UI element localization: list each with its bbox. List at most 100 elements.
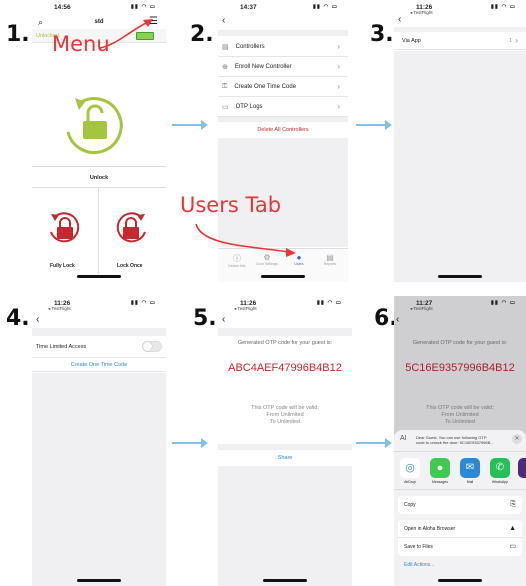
unlock-label: Unlock xyxy=(89,175,109,181)
otp-validity: This OTP code will be valid; From Unlimi… xyxy=(218,405,352,426)
app-airdrop[interactable]: ◎ AirDrop xyxy=(398,458,422,484)
validity-line: This OTP code will be valid; xyxy=(251,405,319,411)
app-mail[interactable]: ✉ Mail xyxy=(458,458,482,484)
back-chevron-icon[interactable]: ‹ xyxy=(222,15,225,26)
validity-line: This OTP code will be valid; xyxy=(426,405,494,411)
home-indicator xyxy=(261,275,305,278)
delete-all-button[interactable]: Delete All Controllers xyxy=(218,122,348,138)
create-otp-button[interactable]: Create One Time Code xyxy=(32,358,166,372)
validity-to: To Unlimited xyxy=(444,419,476,425)
flow-arrow xyxy=(356,438,392,448)
testflight-back[interactable]: ◂ TestFlight xyxy=(410,306,433,312)
signal-wifi-battery-icon: ▮▮ ◠ ▭ xyxy=(490,300,516,306)
menu-item-otp-logs[interactable]: ▭ OTP Logs › xyxy=(218,97,348,117)
aloha-icon: ▲ xyxy=(509,525,516,532)
back-chevron-icon[interactable]: ‹ xyxy=(222,314,225,325)
toggle-knob xyxy=(143,342,152,351)
clock: 14:37 xyxy=(240,4,257,11)
step-number-2: 2. xyxy=(190,22,214,47)
flow-arrow xyxy=(356,120,392,130)
close-icon[interactable]: ✕ xyxy=(512,434,522,444)
step-number-5: 5. xyxy=(193,306,217,331)
edit-actions-link[interactable]: Edit Actions... xyxy=(404,562,434,568)
time-limited-toggle[interactable] xyxy=(142,341,162,352)
time-limited-row: Time Limited Access xyxy=(32,336,166,358)
home-indicator xyxy=(263,579,307,582)
action-group: Open in Aloha Browser ▲ Save to Files ▭ xyxy=(398,520,522,556)
user-row-via-app[interactable]: Via App 1 › xyxy=(394,32,526,50)
unlock-icon[interactable] xyxy=(59,90,129,155)
app-messages[interactable]: ● Messages xyxy=(428,458,452,484)
menu-item-label: Controllers xyxy=(235,43,265,50)
content-area xyxy=(32,373,166,586)
divider xyxy=(32,187,166,188)
action-save-files[interactable]: Save to Files ▭ xyxy=(398,538,522,556)
share-button[interactable]: Share xyxy=(218,451,352,466)
flow-arrow xyxy=(172,120,208,130)
chevron-right-icon: › xyxy=(337,42,340,51)
tutorial-collage: 1. 2. 3. 4. 5. 6. 14:56 ▮▮ ◠ ▭ ⌕ std ☰ U… xyxy=(0,0,526,586)
otp-header: Generated OTP code for your guest is: xyxy=(412,340,508,346)
app-whatsapp[interactable]: ✆ WhatsApp xyxy=(488,458,512,484)
spacer xyxy=(218,328,352,336)
tab-reports[interactable]: ▤ Reports xyxy=(315,253,345,266)
row-label: Via App xyxy=(402,37,421,44)
menu-item-controllers[interactable]: ▤ Controllers › xyxy=(218,37,348,57)
status-bar: 11:27 ◂ TestFlight ▮▮ ◠ ▭ xyxy=(394,296,526,314)
message-initials: AI xyxy=(400,435,407,442)
fully-lock-label: Fully Lock xyxy=(50,263,75,269)
otp-header: Generated OTP code for your guest is: xyxy=(237,340,333,346)
clock: 14:56 xyxy=(54,4,71,11)
mail-icon: ✉ xyxy=(460,458,480,478)
back-chevron-icon[interactable]: ‹ xyxy=(398,14,401,25)
content-area xyxy=(218,466,352,586)
home-indicator xyxy=(77,275,121,278)
chevron-right-icon: › xyxy=(337,102,340,111)
more-app-icon[interactable] xyxy=(518,458,526,478)
users-tab-annotation-arrow xyxy=(195,223,296,257)
otp-validity: This OTP code will be valid; From Unlimi… xyxy=(394,405,526,426)
share-sheet: AI Dear Guest, You can use following OTP… xyxy=(394,430,526,586)
back-chevron-icon[interactable]: ‹ xyxy=(36,314,39,325)
spacer xyxy=(32,328,166,336)
testflight-back[interactable]: ◂ TestFlight xyxy=(48,306,71,312)
menu-annotation-arrow xyxy=(99,19,153,49)
step-number-4: 4. xyxy=(6,306,30,331)
action-label: Copy xyxy=(404,502,416,508)
status-bar: 14:37 ▮▮ ◠ ▭ xyxy=(218,0,348,18)
share-preview: AI Dear Guest, You can use following OTP… xyxy=(394,430,526,452)
signal-wifi-battery-icon: ▮▮ ◠ ▭ xyxy=(312,4,338,10)
action-label: Open in Aloha Browser xyxy=(404,526,456,532)
copy-icon: ⎘ xyxy=(510,501,516,508)
menu-item-label: Create One Time Code xyxy=(234,83,297,90)
menu-item-enroll[interactable]: ⊕ Enroll New Controller › xyxy=(218,57,348,77)
row-count: 1 xyxy=(509,37,512,44)
controller-icon: ▤ xyxy=(222,43,229,51)
whatsapp-icon: ✆ xyxy=(490,458,510,478)
menu-item-create-otp[interactable]: ⚿ Create One Time Code › xyxy=(218,77,348,97)
tab-label: Device Info xyxy=(228,264,246,268)
divider xyxy=(32,166,166,167)
message-line: code to unlock the door: 5C16E9357996B..… xyxy=(416,440,494,445)
step-number-3: 3. xyxy=(370,22,394,47)
lock-once-icon[interactable] xyxy=(112,210,150,246)
chevron-right-icon: › xyxy=(337,82,340,91)
signal-wifi-battery-icon: ▮▮ ◠ ▭ xyxy=(490,4,516,10)
fully-lock-icon[interactable] xyxy=(46,210,84,246)
share-apps: ◎ AirDrop ● Messages ✉ Mail ✆ WhatsApp xyxy=(394,454,526,490)
screen-4-otp-setup: 11:26 ◂ TestFlight ▮▮ ◠ ▭ ‹ Time Limited… xyxy=(32,296,166,586)
key-icon: ⚿ xyxy=(222,82,228,90)
back-chevron-icon[interactable]: ‹ xyxy=(396,314,399,325)
signal-wifi-battery-icon: ▮▮ ◠ ▭ xyxy=(130,4,156,10)
action-open-aloha[interactable]: Open in Aloha Browser ▲ xyxy=(398,520,522,538)
spacer xyxy=(218,444,352,450)
testflight-back[interactable]: ◂ TestFlight xyxy=(410,10,433,16)
flow-arrow xyxy=(172,438,208,448)
otp-code: 5C16E9357996B4B12 xyxy=(405,362,515,374)
home-indicator xyxy=(438,275,482,278)
validity-from: From Unlimited xyxy=(266,412,304,418)
home-indicator xyxy=(438,579,482,582)
toggle-label: Time Limited Access xyxy=(36,343,87,350)
action-copy[interactable]: Copy ⎘ xyxy=(398,496,522,514)
testflight-back[interactable]: ◂ TestFlight xyxy=(234,306,257,312)
